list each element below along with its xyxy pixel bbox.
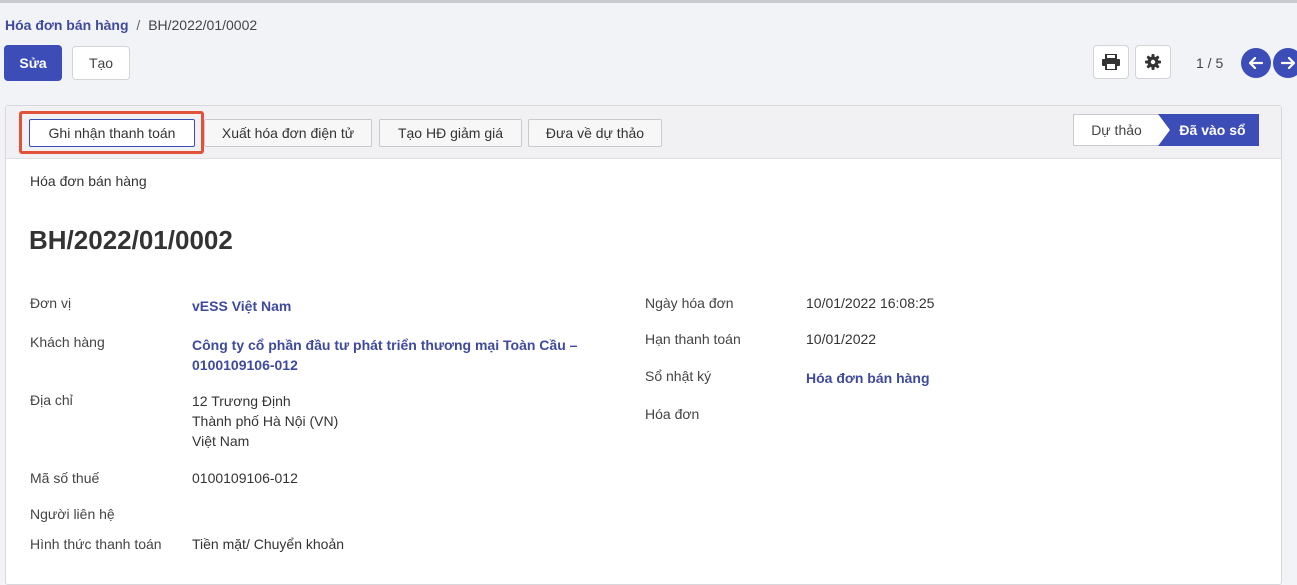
invoice-date-value: 10/01/2022 16:08:25: [806, 295, 935, 311]
due-date-value: 10/01/2022: [806, 331, 877, 347]
address-value: 12 Trương Định Thành phố Hà Nội (VN) Việ…: [192, 391, 338, 451]
tax-code-value: 0100109106-012: [192, 470, 298, 486]
journal-label: Sổ nhật ký: [645, 368, 712, 384]
previous-record-button[interactable]: [1241, 48, 1271, 78]
customer-tax-code: 0100109106-012: [192, 357, 298, 373]
next-record-button[interactable]: [1273, 48, 1297, 78]
address-city: Thành phố Hà Nội (VN): [192, 413, 339, 429]
contact-label: Người liên hệ: [30, 506, 115, 522]
due-date-label: Hạn thanh toán: [645, 331, 741, 347]
reset-to-draft-button[interactable]: Đưa về dự thảo: [528, 119, 662, 147]
print-button[interactable]: [1093, 45, 1129, 79]
settings-button[interactable]: [1135, 45, 1171, 79]
payment-method-label: Hình thức thanh toán: [30, 536, 162, 552]
print-icon: [1102, 54, 1120, 70]
customer-label: Khách hàng: [30, 334, 105, 350]
breadcrumb-current: BH/2022/01/0002: [148, 17, 258, 33]
arrow-left-icon: [1249, 57, 1263, 69]
create-discount-invoice-button[interactable]: Tạo HĐ giảm giá: [379, 119, 522, 147]
unit-value[interactable]: vESS Việt Nam: [192, 296, 291, 316]
invoice-date-label: Ngày hóa đơn: [645, 295, 734, 311]
journal-value[interactable]: Hóa đơn bán hàng: [806, 368, 930, 388]
pager-counter[interactable]: 1 / 5: [1196, 55, 1223, 71]
customer-value[interactable]: Công ty cổ phần đầu tư phát triển thương…: [192, 335, 577, 375]
issue-einvoice-button[interactable]: Xuất hóa đơn điện tử: [204, 119, 372, 147]
breadcrumb: Hóa đơn bán hàng / BH/2022/01/0002: [5, 17, 257, 33]
record-payment-button[interactable]: Ghi nhận thanh toán: [29, 119, 195, 147]
create-button[interactable]: Tạo: [72, 46, 130, 80]
top-border: [0, 0, 1297, 3]
stage-posted[interactable]: Đã vào sổ: [1158, 114, 1259, 146]
tax-code-label: Mã số thuế: [30, 470, 100, 486]
invoice-label: Hóa đơn: [645, 406, 700, 422]
customer-name: Công ty cổ phần đầu tư phát triển thương…: [192, 337, 578, 353]
breadcrumb-separator: /: [136, 17, 141, 33]
breadcrumb-parent-link[interactable]: Hóa đơn bán hàng: [5, 17, 129, 33]
document-number: BH/2022/01/0002: [29, 225, 233, 255]
edit-button[interactable]: Sửa: [4, 45, 62, 81]
address-label: Địa chỉ: [30, 392, 73, 408]
gear-icon: [1145, 54, 1161, 70]
arrow-right-icon: [1281, 57, 1295, 69]
form-sheet: Ghi nhận thanh toán Xuất hóa đơn điện tử…: [5, 105, 1282, 585]
document-type: Hóa đơn bán hàng: [30, 173, 147, 189]
stage-draft[interactable]: Dự thảo: [1073, 114, 1169, 146]
address-street: 12 Trương Định: [192, 393, 291, 409]
unit-label: Đơn vị: [30, 295, 72, 311]
payment-method-value: Tiền mặt/ Chuyển khoản: [192, 536, 345, 552]
status-bar: Ghi nhận thanh toán Xuất hóa đơn điện tử…: [6, 106, 1281, 159]
address-country: Việt Nam: [192, 433, 250, 449]
